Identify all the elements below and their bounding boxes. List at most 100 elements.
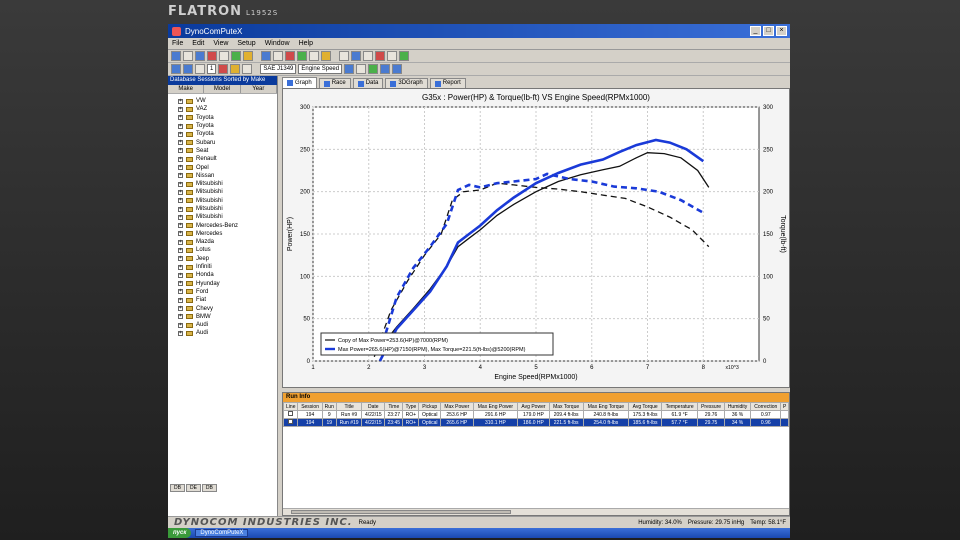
expand-icon[interactable]: + [178, 198, 183, 204]
menu-view[interactable]: View [213, 40, 228, 47]
expand-icon[interactable]: + [178, 314, 183, 320]
tree-item[interactable]: + Fiat [178, 296, 277, 304]
column-header[interactable]: Pickup [418, 402, 442, 411]
open-icon[interactable] [183, 51, 193, 61]
tree-item[interactable]: + Mitsubishi [178, 197, 277, 205]
tree-item[interactable]: + Mercedes [178, 230, 277, 238]
column-header[interactable]: Line [282, 402, 299, 411]
tree-item[interactable]: + VW [178, 97, 277, 105]
expand-icon[interactable]: + [178, 123, 183, 129]
expand-icon[interactable]: + [178, 131, 183, 137]
column-header[interactable]: Time [384, 402, 404, 411]
minimize-button[interactable]: _ [750, 26, 761, 36]
export-icon[interactable] [399, 51, 409, 61]
tab-data[interactable]: Data [352, 78, 384, 88]
tree-item[interactable]: + Opel [178, 163, 277, 171]
new-icon[interactable] [171, 51, 181, 61]
tree-item[interactable]: + Lotus [178, 246, 277, 254]
expand-icon[interactable]: + [178, 223, 183, 229]
expand-icon[interactable]: + [178, 231, 183, 237]
column-header[interactable]: Max Eng Torque [582, 402, 630, 411]
tree-item[interactable]: + Audi [178, 321, 277, 329]
expand-icon[interactable]: + [178, 214, 183, 220]
column-header[interactable]: P [780, 402, 789, 411]
expand-icon[interactable]: + [178, 181, 183, 187]
tree-item[interactable]: + Mercedes-Benz [178, 221, 277, 229]
column-header[interactable]: Max Power [440, 402, 474, 411]
tree-item[interactable]: + Mitsubishi [178, 188, 277, 196]
tab-race[interactable]: Race [318, 78, 351, 88]
column-header[interactable]: Max Eng Power [472, 402, 519, 411]
power-torque-chart[interactable]: G35x : Power(HP) & Torque(lb-ft) VS Engi… [283, 89, 789, 387]
menu-file[interactable]: File [172, 40, 183, 47]
x-axis-select[interactable]: Engine Speed [298, 64, 343, 74]
row-checkbox[interactable] [288, 411, 294, 416]
next-icon[interactable] [392, 64, 403, 74]
chart-icon[interactable] [351, 51, 361, 61]
warning-icon[interactable] [375, 51, 385, 61]
marker-icon[interactable] [218, 64, 229, 74]
expand-icon[interactable]: + [178, 115, 183, 121]
close-button[interactable]: × [776, 26, 787, 36]
tree-item[interactable]: + Seat [178, 147, 277, 155]
tree-item[interactable]: + Audi [178, 329, 277, 337]
tree-item[interactable]: + Mitsubishi [178, 213, 277, 221]
expand-icon[interactable]: + [178, 256, 183, 262]
tree-item[interactable]: + Mitsubishi [178, 205, 277, 213]
smooth-icon[interactable] [356, 64, 367, 74]
print-icon[interactable] [219, 51, 229, 61]
play-icon[interactable] [297, 51, 307, 61]
col-model[interactable]: Model [204, 85, 241, 93]
row-checkbox-cell[interactable] [282, 410, 299, 419]
col-year[interactable]: Year [241, 85, 277, 93]
menu-window[interactable]: Window [265, 40, 290, 47]
tree-item[interactable]: + Subaru [178, 138, 277, 146]
column-header[interactable]: Correction [750, 402, 782, 411]
expand-icon[interactable]: + [178, 289, 183, 295]
menu-help[interactable]: Help [299, 40, 313, 47]
column-header[interactable]: Date [361, 402, 386, 411]
refresh-icon[interactable] [368, 64, 379, 74]
expand-icon[interactable]: + [178, 140, 183, 146]
expand-icon[interactable]: + [178, 297, 183, 303]
delete-icon[interactable] [207, 51, 217, 61]
expand-icon[interactable]: + [178, 239, 183, 245]
maximize-button[interactable]: □ [763, 26, 774, 36]
sidebar-tab-2[interactable]: DE [185, 484, 201, 492]
expand-icon[interactable]: + [178, 189, 183, 195]
tree-item[interactable]: + Ford [178, 288, 277, 296]
graph-icon[interactable] [261, 51, 271, 61]
expand-icon[interactable]: + [178, 165, 183, 171]
prev-icon[interactable] [380, 64, 391, 74]
zoom-in-icon[interactable] [171, 64, 181, 74]
sidebar-tab-3[interactable]: DB [201, 484, 217, 492]
column-header[interactable]: Title [335, 402, 363, 411]
tree-item[interactable]: + Mitsubishi [178, 180, 277, 188]
expand-icon[interactable]: + [178, 264, 183, 270]
tree-item[interactable]: + Mazda [178, 238, 277, 246]
color-icon[interactable] [230, 64, 241, 74]
tree-item[interactable]: + Toyota [178, 114, 277, 122]
tree-item[interactable]: + Chevy [178, 304, 277, 312]
scrollbar-thumb[interactable] [291, 510, 511, 514]
row-checkbox-cell[interactable] [282, 418, 299, 427]
run-number-field[interactable]: 1 [207, 64, 217, 74]
expand-icon[interactable]: + [178, 272, 183, 278]
column-header[interactable]: Pressure [697, 402, 725, 411]
tree-item[interactable]: + Hyunday [178, 280, 277, 288]
stop-icon[interactable] [285, 51, 295, 61]
taskbar-app[interactable]: DynoComPuteX [195, 529, 249, 537]
tree-item[interactable]: + Toyota [178, 122, 277, 130]
expand-icon[interactable]: + [178, 148, 183, 154]
table-row[interactable]: 194 9 Run #9 4/22/15 23:27 RO+ Optical 253.6 HP… [282, 410, 789, 419]
expand-icon[interactable]: + [178, 106, 183, 112]
menu-setup[interactable]: Setup [237, 40, 255, 47]
column-header[interactable]: Avg Power [517, 402, 550, 411]
lock-icon[interactable] [363, 51, 373, 61]
expand-icon[interactable]: + [178, 322, 183, 328]
sidebar-tab-1[interactable]: DB [170, 484, 185, 492]
row-checkbox[interactable] [288, 419, 294, 424]
tree-item[interactable]: + Infiniti [178, 263, 277, 271]
expand-icon[interactable]: + [178, 206, 183, 212]
tree-item[interactable]: + Jeep [178, 255, 277, 263]
